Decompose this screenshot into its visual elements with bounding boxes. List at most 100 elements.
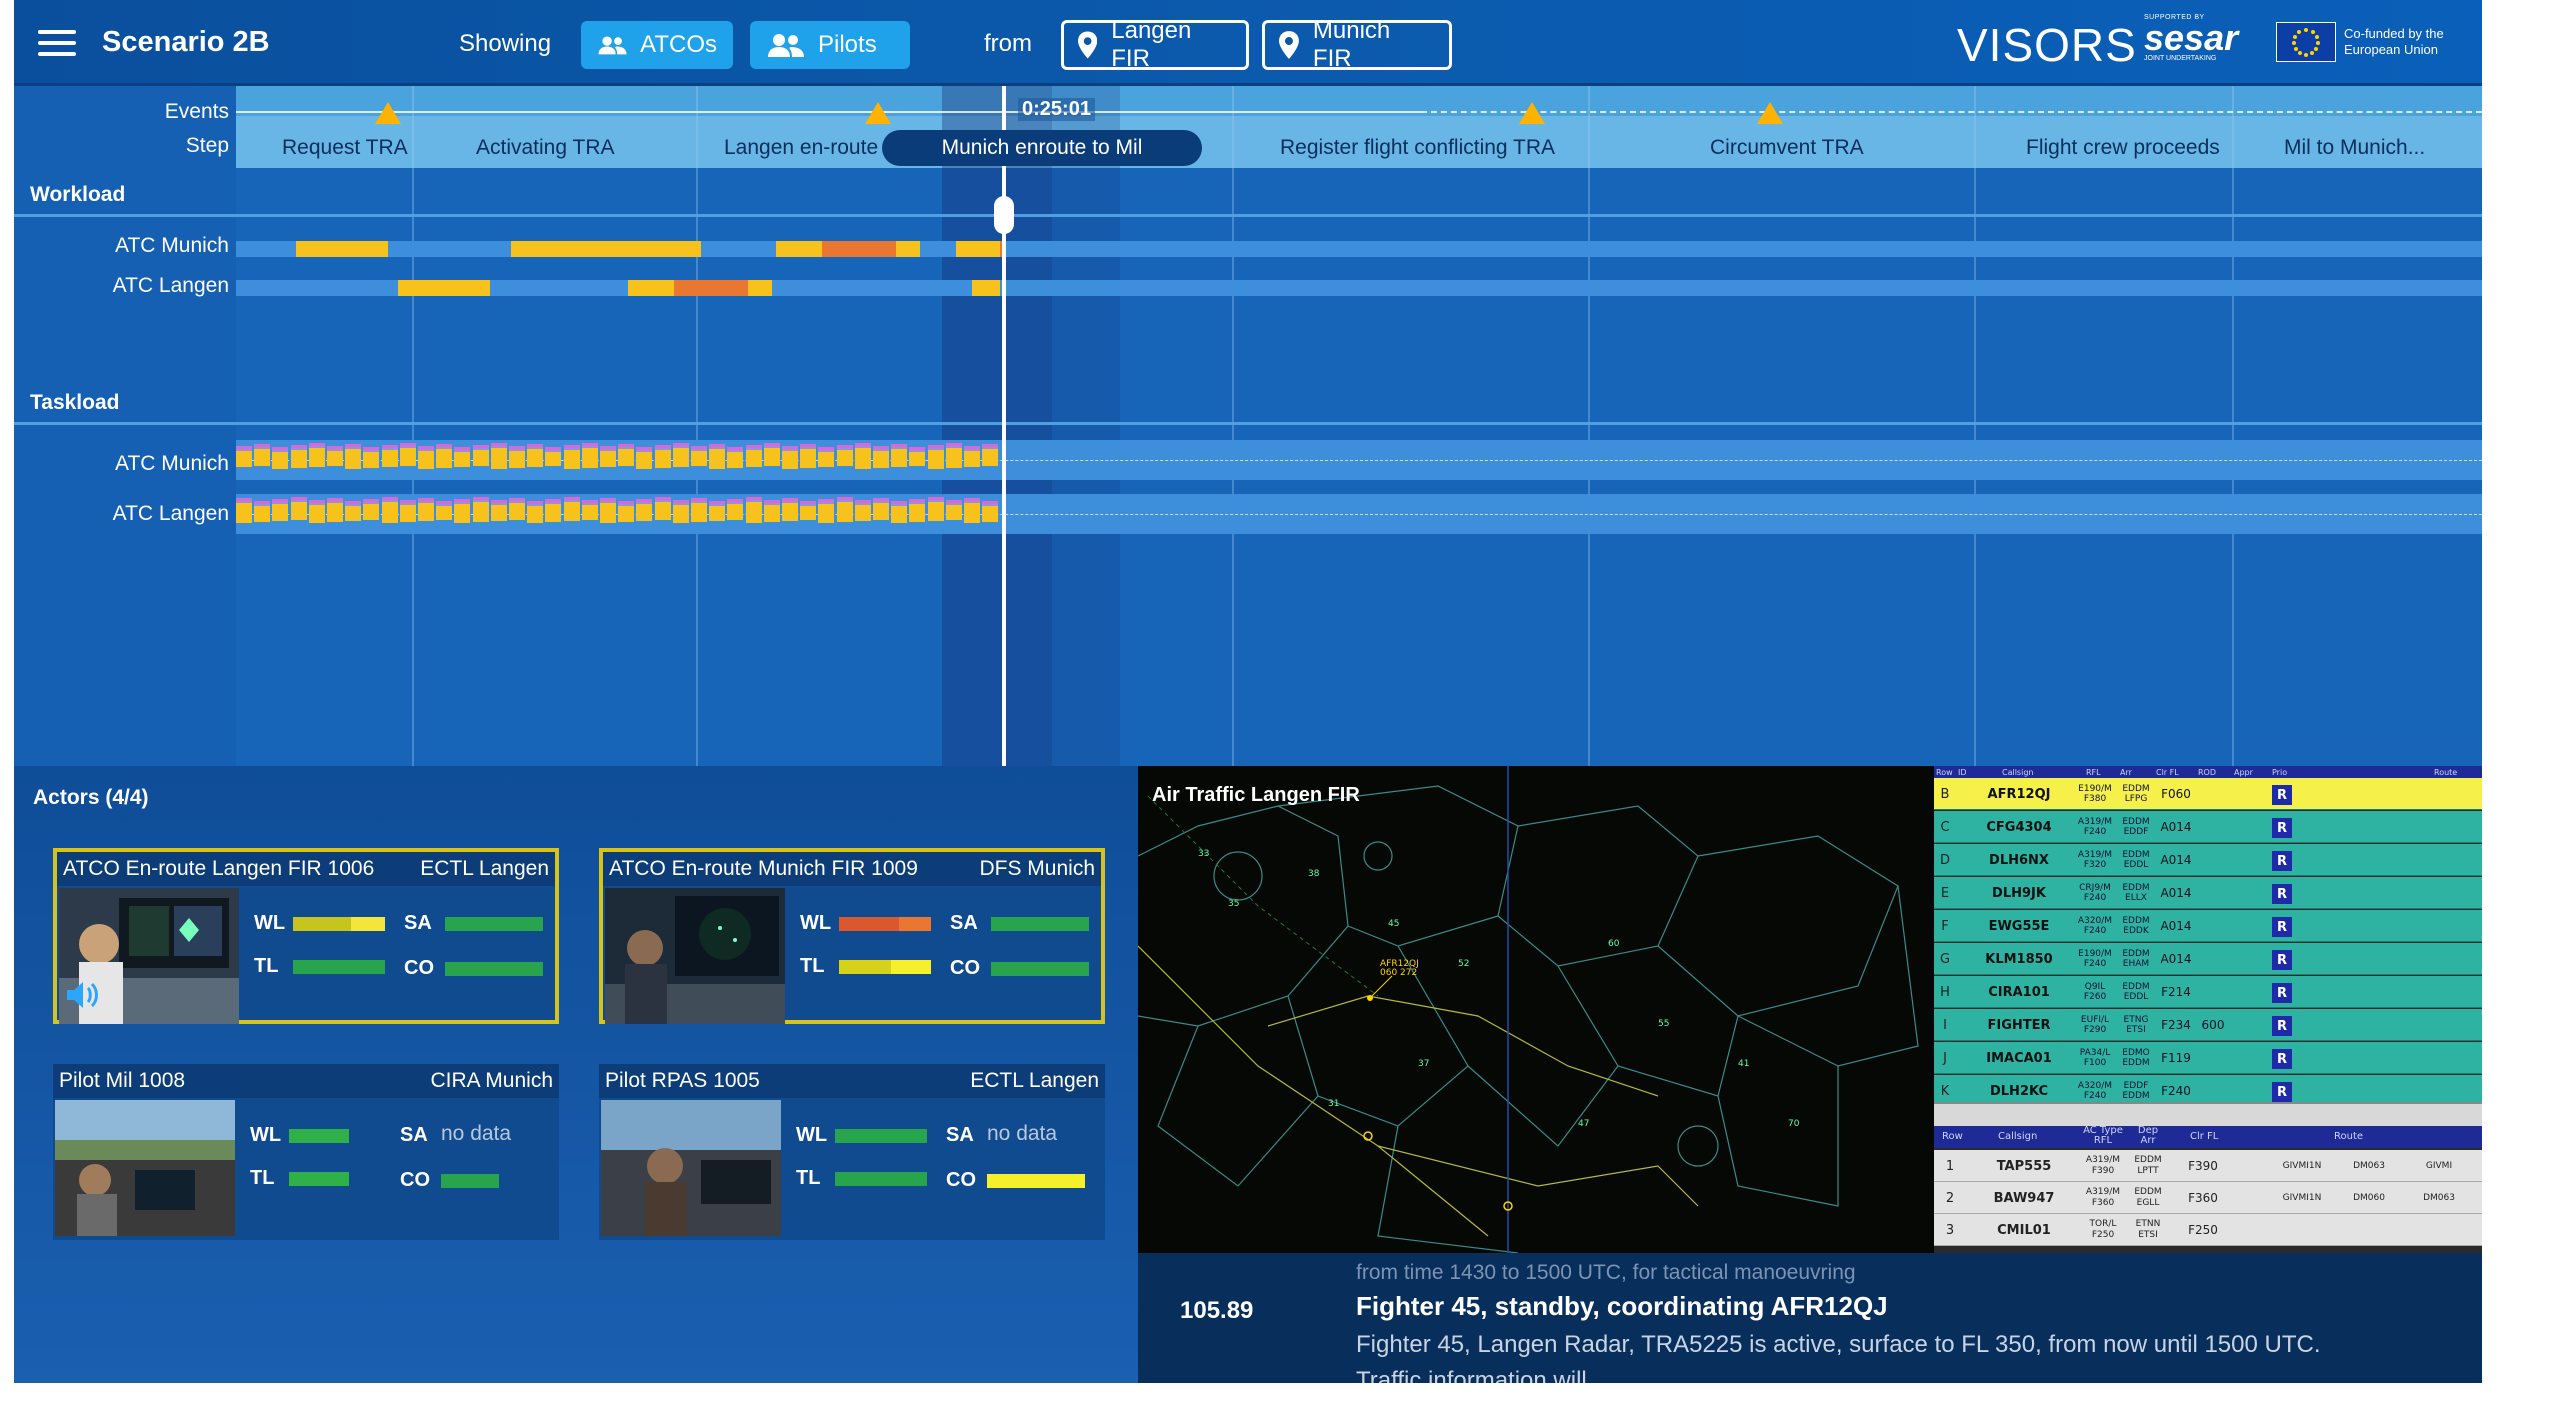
current-time-label: 0:25:01 <box>1018 98 1095 121</box>
flight-strip[interactable]: 3 CMIL01 F250 TOR/L F250 ETNN ETSI <box>1934 1214 2482 1246</box>
event-marker-icon[interactable] <box>1757 102 1783 124</box>
route-r-button[interactable]: R <box>2272 983 2292 1003</box>
flight-strip[interactable]: 1 TAP555 F390 GIVMI1N DM063 GIVMI A319/M F390 ED… <box>1934 1150 2482 1182</box>
event-marker-icon[interactable] <box>865 102 891 124</box>
wl-label: WL <box>254 912 286 934</box>
step-label[interactable]: Langen en-route t <box>724 136 890 160</box>
route-r-button[interactable]: R <box>2272 851 2292 871</box>
route-r-button[interactable]: R <box>2272 1049 2292 1069</box>
actor-card[interactable]: Pilot RPAS 1005 ECTL Langen WL SA no dat… <box>599 1064 1105 1240</box>
taskload-bar <box>654 514 671 520</box>
actor-card-header: Pilot Mil 1008 CIRA Munich <box>53 1064 559 1098</box>
taskload-bar <box>891 504 908 506</box>
strip-arr: ELLX <box>2125 893 2147 903</box>
step-label[interactable]: Circumvent TRA <box>1710 136 1864 160</box>
actor-card[interactable]: ATCO En-route Munich FIR 1009 DFS Munich… <box>599 848 1105 1024</box>
taskload-bar <box>327 514 343 522</box>
route-r-button[interactable]: R <box>2272 818 2292 838</box>
taskload-bar <box>836 514 853 522</box>
taskload-bar <box>727 504 744 514</box>
taskload-bar <box>727 450 744 452</box>
route-r-button[interactable]: R <box>2272 950 2292 970</box>
taskload-bar <box>891 460 908 467</box>
strip-arr: EDDL <box>2123 860 2149 870</box>
workload-segment <box>956 241 1000 257</box>
current-step-pill[interactable]: Munich enroute to Mil <box>882 130 1202 166</box>
flight-strip[interactable]: D DLH6NX A014 A319/M F320 EDDM EDDL R <box>1934 844 2482 876</box>
step-row-label: Step <box>185 134 229 157</box>
munich-fir-button[interactable]: Munich FIR <box>1262 17 1452 72</box>
flight-strip[interactable]: G KLM1850 A014 E190/M F240 EDDM EHAM R <box>1934 943 2482 975</box>
flight-strip[interactable]: I FIGHTER F234 600 EUFI/L F290 ETNG ETSI R <box>1934 1009 2482 1041</box>
pilots-filter-button[interactable]: Pilots <box>750 21 910 69</box>
taskload-bar <box>490 460 507 469</box>
taskload-bar <box>472 502 489 514</box>
timeline-plot[interactable]: Request TRA Activating TRA Langen en-rou… <box>236 86 2482 766</box>
actor-card-header: ATCO En-route Langen FIR 1006 ECTL Lange… <box>57 852 555 886</box>
sa-label: SA <box>400 1124 428 1146</box>
step-label[interactable]: Flight crew proceeds <box>2026 136 2220 160</box>
flight-strip[interactable]: F EWG55E A014 A320/M F240 EDDM EDDK R <box>1934 910 2482 942</box>
strip-type-rfl: CRJ9/M F240 <box>2074 877 2116 909</box>
strip-type-rfl: A319/M F360 <box>2082 1182 2124 1214</box>
atcos-filter-button[interactable]: ATCOs <box>581 21 733 69</box>
taskload-bar <box>381 500 398 502</box>
radar-view[interactable]: 33 35 38 45 52 60 55 41 47 37 31 70 Air Traffic … <box>1138 766 1934 1253</box>
route-r-button[interactable]: R <box>2272 1016 2292 1036</box>
strip-callsign: BAW947 <box>1993 1190 2055 1206</box>
taskload-bar <box>909 450 926 452</box>
strip-type: A319/M <box>2077 850 2113 860</box>
event-marker-icon[interactable] <box>1519 102 1545 124</box>
flight-strip[interactable]: C CFG4304 A014 A319/M F240 EDDM EDDF R <box>1934 811 2482 843</box>
event-marker-icon[interactable] <box>375 102 401 124</box>
actor-card[interactable]: Pilot Mil 1008 CIRA Munich WL SA no data… <box>53 1064 559 1240</box>
lower-strips-header: Row Callsign AC Type RFL Dep Arr Clr FL … <box>1934 1126 2482 1148</box>
flight-strip[interactable]: H CIRA101 F214 Q9IL F260 EDDM EDDL R <box>1934 976 2482 1008</box>
flight-strip[interactable]: J IMACA01 F119 PA34/L F100 EDMO EDDM R <box>1934 1042 2482 1074</box>
flight-strip[interactable]: E DLH9JK A014 CRJ9/M F240 EDDM ELLX R <box>1934 877 2482 909</box>
route-r-button[interactable]: R <box>2272 917 2292 937</box>
strip-rfl: F240 <box>2083 827 2107 837</box>
svg-text:37: 37 <box>1418 1059 1429 1069</box>
aircraft-label[interactable]: AFR12QJ 060 272 <box>1380 960 1419 978</box>
taskload-bar <box>418 451 434 460</box>
langen-fir-button[interactable]: Langen FIR <box>1061 17 1249 72</box>
taskload-bar <box>254 514 271 522</box>
taskload-bar <box>236 460 252 467</box>
taskload-bar <box>436 504 453 506</box>
workload-segment <box>896 241 920 257</box>
flight-strip[interactable]: B AFR12QJ F060 E190/M F380 EDDM LFPG R <box>1934 778 2482 810</box>
strip-callsign: KLM1850 <box>1985 951 2053 967</box>
route-r-button[interactable]: R <box>2272 785 2292 805</box>
taskload-bar <box>327 460 343 466</box>
time-cursor-handle[interactable] <box>994 196 1014 234</box>
route-r-button[interactable]: R <box>2272 884 2292 904</box>
route-r-button[interactable]: R <box>2272 1082 2292 1102</box>
col-header: AC Type RFL <box>2083 1125 2123 1146</box>
flight-strip[interactable]: 2 BAW947 F360 GIVMI1N DM060 DM063 A319/M F360 ED… <box>1934 1182 2482 1214</box>
taskload-bar <box>290 500 307 502</box>
taskload-bar <box>527 506 544 514</box>
users-icon <box>768 34 804 57</box>
co-label: CO <box>950 957 980 979</box>
svg-text:45: 45 <box>1388 919 1399 929</box>
strip-row: C <box>1940 819 1950 835</box>
taskload-bar <box>454 450 471 452</box>
taskload-bar <box>363 452 380 460</box>
step-label[interactable]: Register flight conflicting TRA <box>1280 136 1555 160</box>
taskload-bar <box>618 504 635 506</box>
strip-row: 2 <box>1945 1190 1955 1206</box>
step-label[interactable]: Request TRA <box>282 136 408 160</box>
strip-r3 <box>2414 1214 2464 1246</box>
taskload-bar <box>254 447 271 449</box>
taskload-bar <box>854 505 871 514</box>
speaker-icon[interactable] <box>65 980 99 1010</box>
step-label[interactable]: Mil to Munich... <box>2284 136 2425 160</box>
taskload-bar <box>945 448 962 460</box>
menu-icon[interactable] <box>38 30 76 56</box>
taskload-bar <box>982 506 999 514</box>
step-label[interactable]: Activating TRA <box>476 136 615 160</box>
time-cursor[interactable] <box>1002 86 1006 766</box>
actor-card[interactable]: ATCO En-route Langen FIR 1006 ECTL Lange… <box>53 848 559 1024</box>
taskload-bar <box>672 503 689 505</box>
